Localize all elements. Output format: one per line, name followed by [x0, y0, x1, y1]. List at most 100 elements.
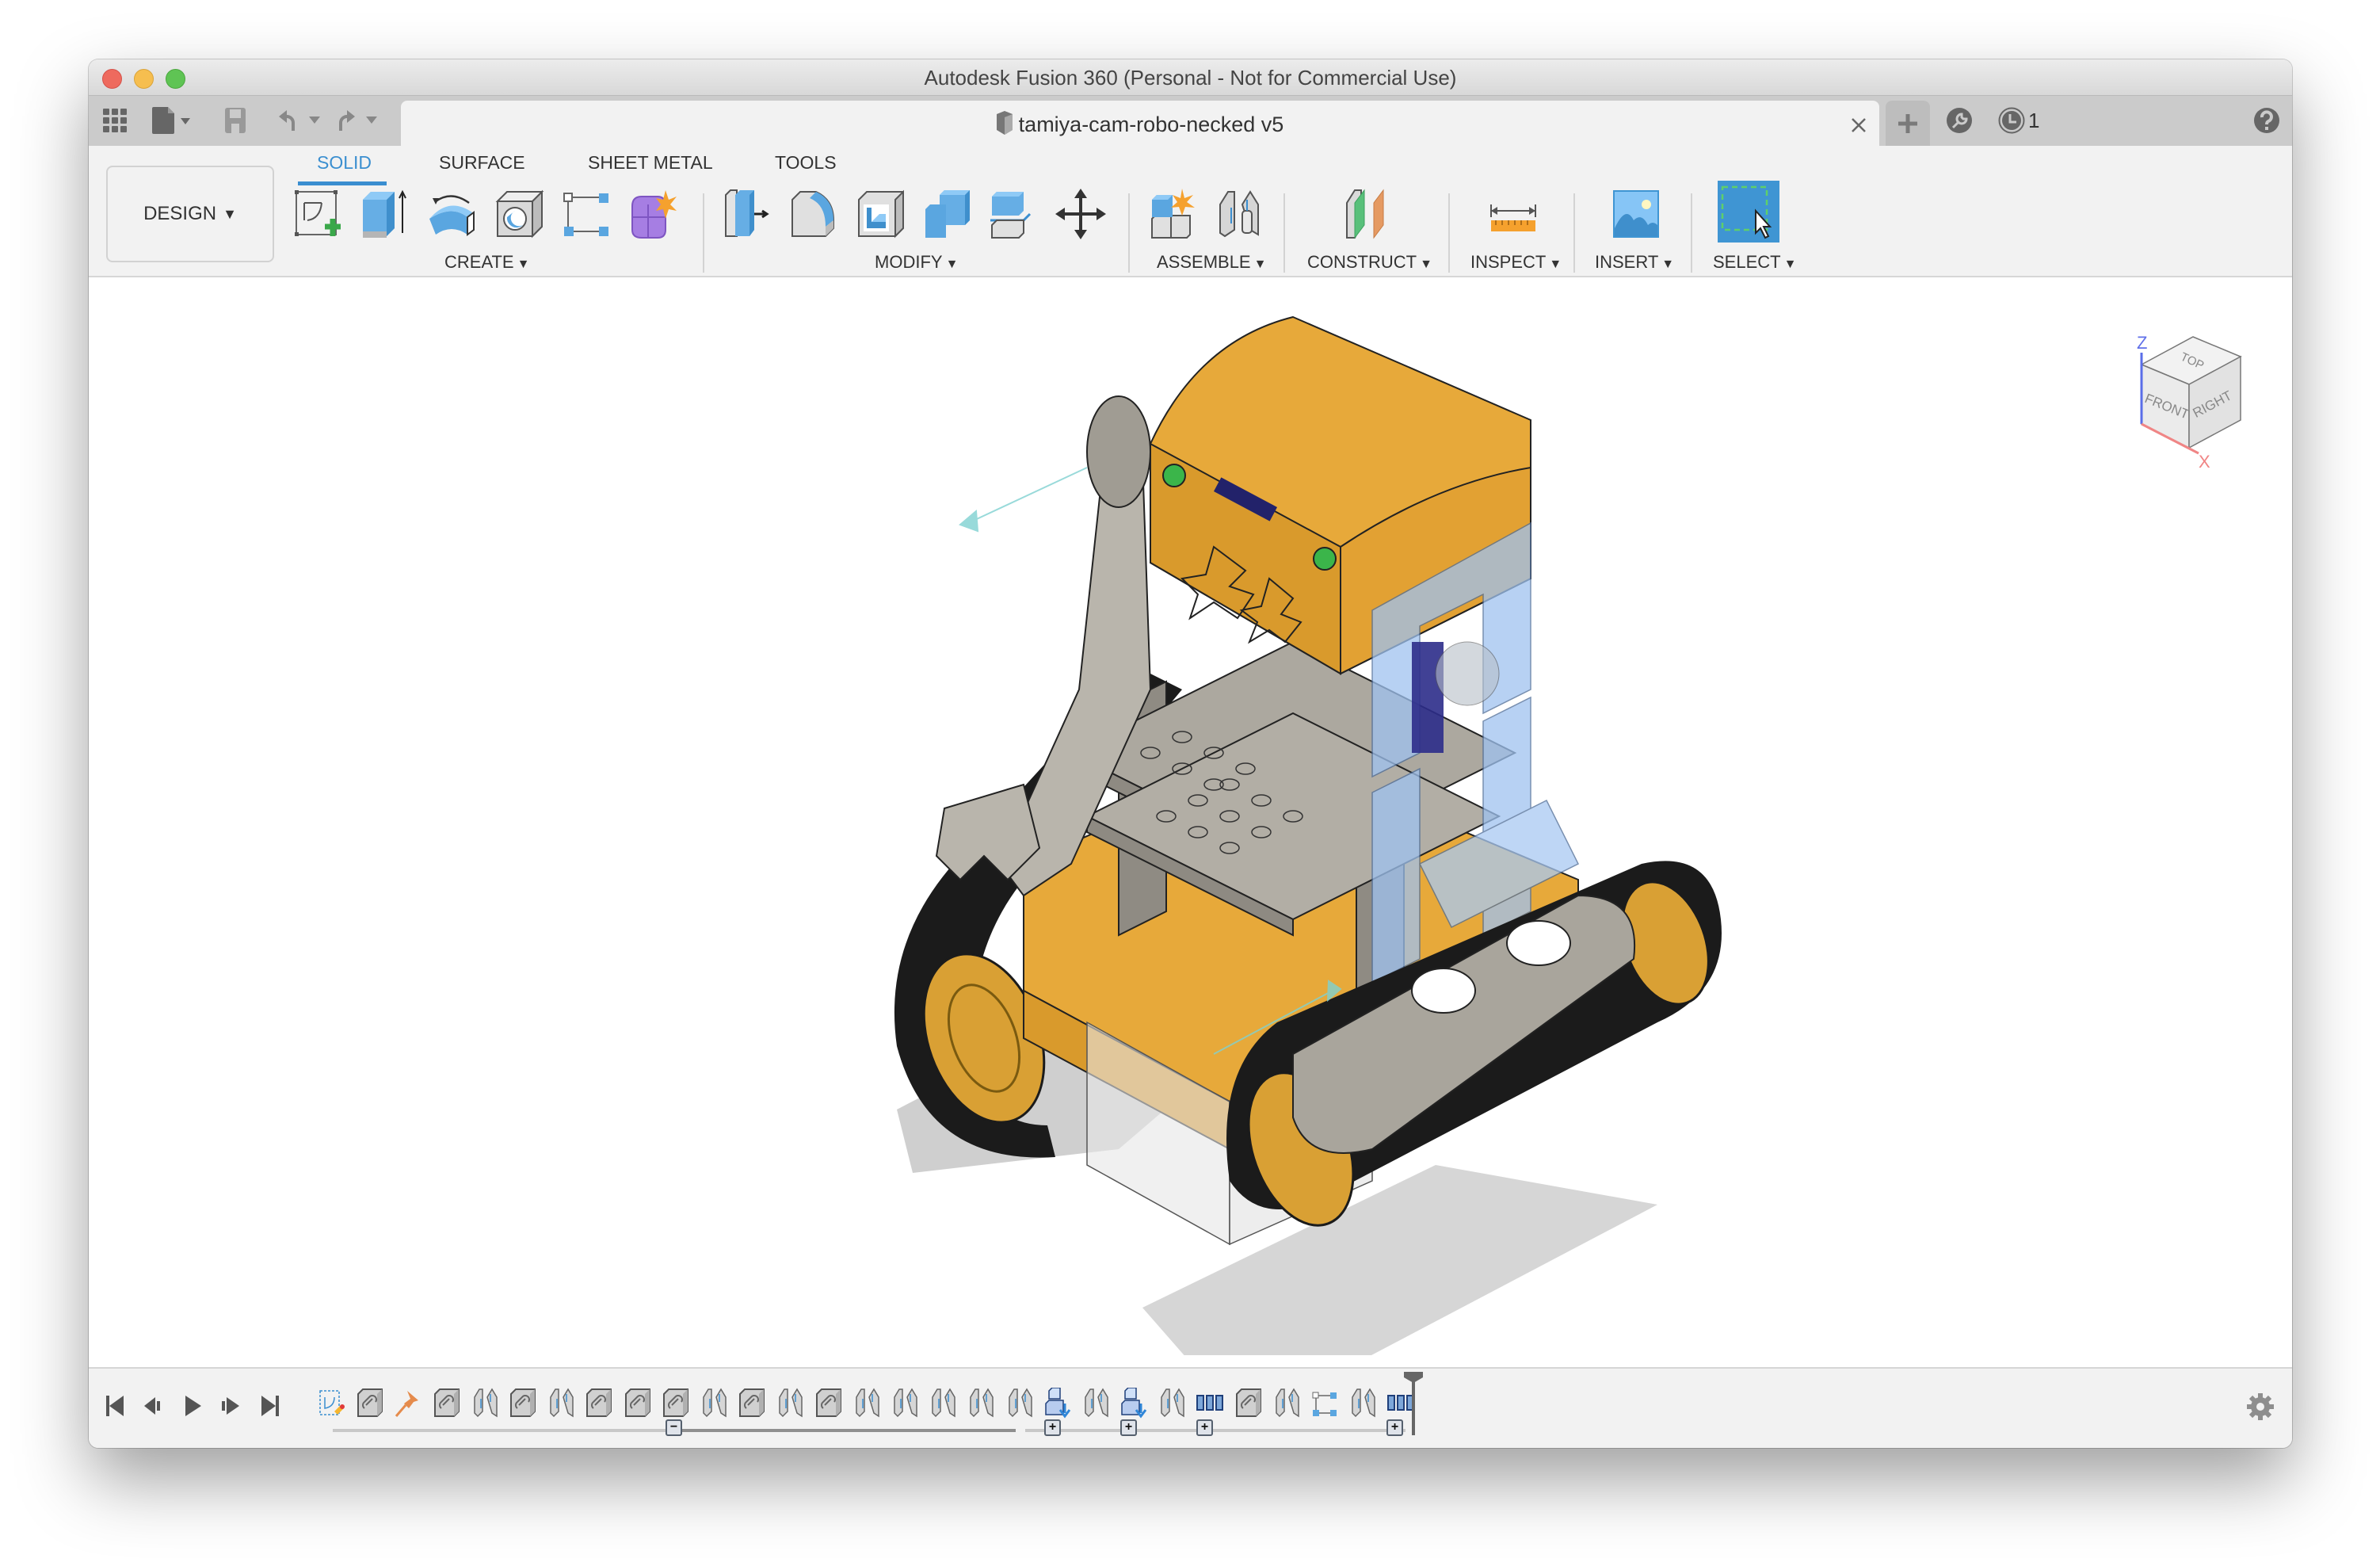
go-to-start-button[interactable] — [101, 1392, 128, 1419]
timeline-feature-joint[interactable] — [1005, 1388, 1033, 1419]
fillet-button[interactable] — [788, 187, 841, 241]
timeline-feature-joint[interactable] — [775, 1388, 803, 1419]
expand-group-button[interactable]: + — [1120, 1419, 1137, 1436]
wrench-icon — [1947, 108, 1972, 133]
x-axis-label: X — [2199, 452, 2210, 468]
play-button[interactable] — [179, 1392, 206, 1419]
timeline-feature-joint[interactable] — [966, 1388, 994, 1419]
app-grid-icon[interactable] — [103, 107, 127, 134]
timeline-feature-rigid-group[interactable] — [355, 1388, 383, 1419]
tab-sheet-metal[interactable]: SHEET METAL — [588, 152, 713, 174]
3d-canvas[interactable]: TOP FRONT RIGHT Z X — [89, 277, 2292, 1428]
timeline-feature-joint[interactable] — [470, 1388, 498, 1419]
rigid-group-icon — [1235, 1388, 1261, 1417]
extrude-button[interactable] — [358, 187, 412, 241]
timeline-feature-ground[interactable] — [393, 1388, 421, 1419]
timeline-feature-joint[interactable] — [928, 1388, 956, 1419]
collapse-group-button[interactable]: − — [666, 1419, 682, 1436]
timeline-feature-joint[interactable] — [1272, 1388, 1300, 1419]
redo-button[interactable] — [336, 107, 383, 134]
undo-button[interactable] — [279, 107, 326, 134]
offset-plane-button[interactable] — [1341, 187, 1394, 241]
extensions-button[interactable] — [1946, 107, 1973, 134]
combine-button[interactable] — [921, 187, 975, 241]
gear-icon[interactable] — [2246, 1392, 2275, 1421]
expand-group-button[interactable]: + — [1196, 1419, 1213, 1436]
create-menu[interactable]: CREATE ▼ — [444, 252, 529, 273]
move-copy-button[interactable] — [1054, 187, 1108, 241]
timeline-feature-rigid-group[interactable] — [508, 1388, 536, 1419]
tab-solid[interactable]: SOLID — [317, 152, 372, 174]
revolve-button[interactable] — [426, 187, 480, 241]
new-component-button[interactable] — [1147, 187, 1201, 241]
step-forward-button[interactable] — [217, 1392, 244, 1419]
select-menu[interactable]: SELECT ▼ — [1713, 252, 1796, 273]
robot-model[interactable] — [786, 309, 1832, 1355]
save-icon[interactable] — [225, 107, 246, 134]
separator — [1573, 193, 1575, 273]
modify-menu[interactable]: MODIFY ▼ — [875, 252, 958, 273]
insert-image-button[interactable] — [1608, 187, 1662, 241]
expand-group-button[interactable]: + — [1386, 1419, 1403, 1436]
timeline-feature-joint[interactable] — [699, 1388, 727, 1419]
inspect-menu[interactable]: INSPECT ▼ — [1470, 252, 1562, 273]
timeline-feature-rigid-group[interactable] — [623, 1388, 651, 1419]
step-forward-icon — [222, 1397, 239, 1415]
timeline-feature-joint[interactable] — [1348, 1388, 1376, 1419]
timeline-feature-insert-derive[interactable] — [1043, 1387, 1071, 1419]
rigid-group-icon — [624, 1388, 650, 1417]
file-icon — [152, 107, 190, 134]
close-tab-button[interactable] — [1851, 110, 1867, 139]
step-back-button[interactable] — [139, 1392, 166, 1419]
timeline-feature-joint[interactable] — [1157, 1388, 1185, 1419]
timeline-feature-sketch[interactable] — [317, 1388, 345, 1419]
timeline-feature-rectangular-pattern[interactable] — [1310, 1388, 1338, 1419]
timeline-feature-joint[interactable] — [1081, 1388, 1109, 1419]
go-to-end-button[interactable] — [257, 1392, 284, 1419]
window-select-button[interactable] — [1718, 181, 1779, 243]
measure-button[interactable] — [1486, 187, 1540, 241]
offset-face-button[interactable] — [987, 187, 1041, 241]
create-sketch-button[interactable] — [292, 187, 345, 241]
tab-tools[interactable]: TOOLS — [775, 152, 837, 174]
revolve-icon — [429, 195, 475, 236]
joint-button[interactable] — [1212, 187, 1266, 241]
joint-icon — [703, 1388, 727, 1418]
document-tab[interactable]: tamiya-cam-robo-necked v5 — [401, 101, 1879, 146]
help-button[interactable] — [2253, 107, 2280, 134]
separator — [1283, 193, 1285, 273]
new-tab-button[interactable] — [1886, 101, 1930, 146]
view-cube[interactable]: TOP FRONT RIGHT Z X — [2102, 309, 2260, 468]
expand-group-button[interactable]: + — [1044, 1419, 1061, 1436]
servo-horn — [1435, 641, 1500, 706]
job-count: 1 — [2028, 108, 2040, 132]
timeline-feature-pattern[interactable] — [1196, 1388, 1224, 1419]
timeline-feature-joint[interactable] — [546, 1388, 574, 1419]
rigid-group-icon — [815, 1388, 841, 1417]
timeline-feature-pattern[interactable] — [1386, 1388, 1415, 1419]
shell-button[interactable] — [854, 187, 908, 241]
timeline-feature-rigid-group[interactable] — [584, 1388, 612, 1419]
timeline-feature-rigid-group[interactable] — [661, 1388, 689, 1419]
workspace-switcher[interactable]: DESIGN ▼ — [106, 166, 274, 262]
timeline-feature-joint[interactable] — [890, 1388, 918, 1419]
timeline-feature-rigid-group[interactable] — [814, 1388, 842, 1419]
create-form-button[interactable] — [626, 187, 680, 241]
timeline-marker[interactable] — [1412, 1377, 1415, 1435]
timeline-feature-insert-derive[interactable] — [1119, 1387, 1147, 1419]
hole-button[interactable] — [493, 187, 547, 241]
timeline-feature-rigid-group[interactable] — [737, 1388, 765, 1419]
pattern-button[interactable] — [559, 187, 613, 241]
timeline-feature-rigid-group[interactable] — [1234, 1388, 1262, 1419]
assemble-menu[interactable]: ASSEMBLE ▼ — [1157, 252, 1266, 273]
step-back-icon — [144, 1397, 160, 1415]
insert-menu[interactable]: INSERT ▼ — [1595, 252, 1674, 273]
joint-icon — [1085, 1388, 1108, 1418]
tab-surface[interactable]: SURFACE — [439, 152, 525, 174]
construct-menu[interactable]: CONSTRUCT ▼ — [1307, 252, 1432, 273]
timeline-feature-joint[interactable] — [852, 1388, 880, 1419]
job-status-button[interactable]: 1 — [1998, 107, 2039, 134]
press-pull-button[interactable] — [721, 187, 775, 241]
timeline-feature-rigid-group[interactable] — [432, 1388, 460, 1419]
file-menu-button[interactable] — [152, 107, 193, 134]
